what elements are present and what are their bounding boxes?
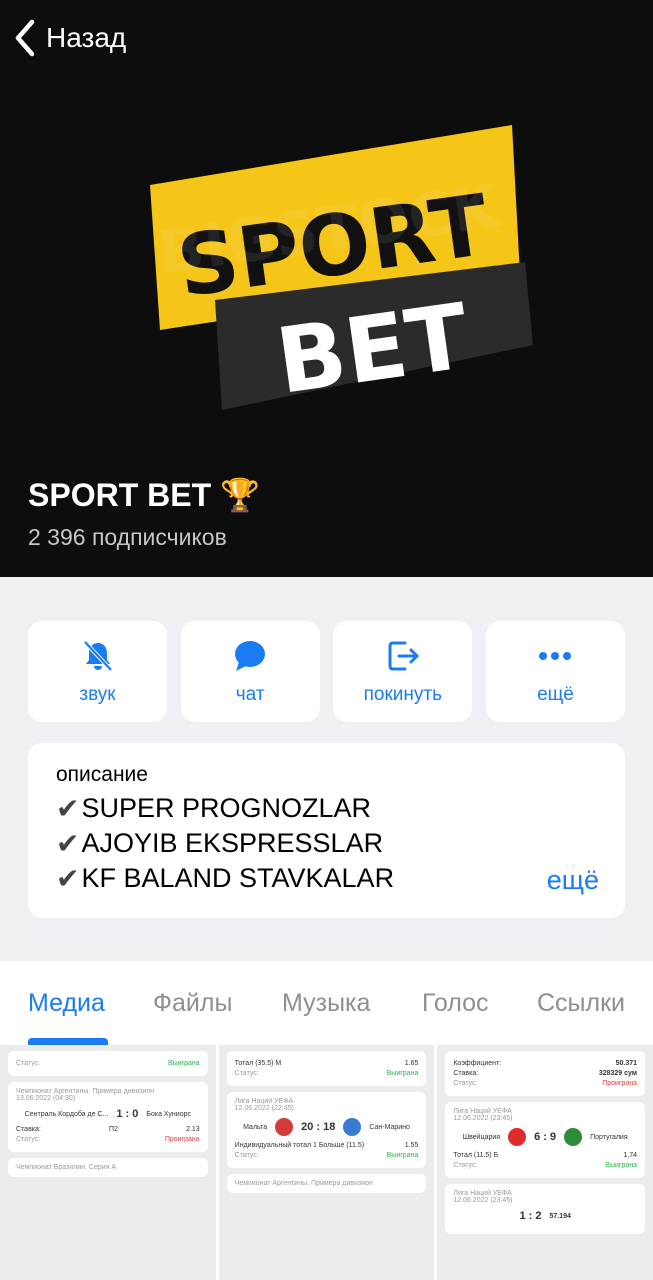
status-badge: Выиграна	[605, 1162, 638, 1169]
bet-card: Лига Наций УЕФА 12.06.2022 (23:45) 1 : 2…	[445, 1184, 646, 1234]
tab-media[interactable]: Медиа	[28, 989, 105, 1018]
media-thumbnail[interactable]: Коэффициент: 50.371 Ставка: 328329 сум Ста…	[437, 1045, 653, 1280]
more-label: ещё	[537, 683, 574, 705]
tab-files[interactable]: Файлы	[153, 989, 232, 1018]
match-score: Сентраль Кордоба де С... 1 : 0 Бока Хуни…	[24, 1108, 191, 1120]
mute-button[interactable]: звук	[28, 621, 167, 722]
status-badge: Выиграна	[386, 1070, 419, 1077]
description-line: ✔ KF BALAND STAVKALAR	[56, 862, 395, 895]
chat-bubble-icon	[235, 640, 266, 671]
description-label: описание	[56, 763, 148, 786]
status-badge: Выиграна	[386, 1152, 419, 1159]
checkmark-icon: ✔	[56, 827, 80, 860]
match-score: Швейцария 6 : 9 Португалия	[453, 1128, 637, 1146]
media-thumbnail[interactable]: Статус: Выиграна Чемпионат Аргентины. При…	[0, 1045, 216, 1280]
status-badge: Проиграна	[602, 1080, 638, 1087]
action-buttons: звук чат покинуть ещё	[28, 621, 625, 722]
back-label: Назад	[46, 22, 127, 53]
leave-button[interactable]: покинуть	[333, 621, 473, 722]
description-line: ✔ AJOYIB EKSPRESSLAR	[56, 827, 384, 860]
match-score: Мальта 20 : 18 Сан-Марино	[235, 1118, 419, 1136]
channel-header: SPORT BET BIGSTOCK Назад SPORT BET 🏆 2 3…	[0, 0, 653, 577]
mute-label: звук	[79, 683, 116, 705]
media-tabs: Медиа Файлы Музыка Голос Ссылки	[0, 961, 653, 1045]
chat-label: чат	[235, 683, 265, 705]
checkmark-icon: ✔	[56, 792, 80, 825]
tab-links[interactable]: Ссылки	[537, 989, 625, 1018]
bet-card: Коэффициент: 50.371 Ставка: 328329 сум Ста…	[445, 1051, 646, 1096]
description-line: ✔ SUPER PROGNOZLAR	[56, 792, 372, 825]
media-grid: Статус: Выиграна Чемпионат Аргентины. При…	[0, 1045, 653, 1280]
description-more-link[interactable]: ещё	[547, 865, 599, 896]
description-card: описание ✔ SUPER PROGNOZLAR ✔ AJOYIB EKS…	[28, 743, 625, 918]
bet-card: Тотал (35.5) М 1.65 Статус: Выиграна	[226, 1051, 427, 1086]
bet-card: Лига Наций УЕФА 12.06.2022 (22:45) Мальт…	[226, 1092, 427, 1168]
flag-icon	[564, 1128, 583, 1146]
flag-icon	[343, 1118, 362, 1136]
bet-card: Статус: Выиграна	[8, 1051, 208, 1076]
tab-voice[interactable]: Голос	[422, 989, 489, 1018]
leave-label: покинуть	[363, 683, 442, 705]
sport-bet-logo: SPORT BET BIGSTOCK	[150, 125, 533, 415]
status-badge: Проиграна	[164, 1136, 200, 1143]
leave-icon	[388, 641, 419, 670]
tab-music[interactable]: Музыка	[282, 989, 370, 1018]
flag-icon	[508, 1128, 527, 1146]
bet-card: Чемпионат Аргентины. Примера дивизион	[226, 1174, 427, 1193]
more-dots-icon	[539, 651, 572, 660]
status-badge: Выиграна	[167, 1060, 200, 1067]
bell-off-icon	[83, 640, 112, 671]
subscriber-count: 2 396 подписчиков	[28, 524, 227, 550]
match-score: 1 : 2 57.194	[519, 1210, 571, 1222]
chevron-left-icon	[15, 19, 35, 57]
back-button[interactable]: Назад	[12, 18, 126, 58]
chat-button[interactable]: чат	[180, 621, 320, 722]
flag-icon	[275, 1118, 294, 1136]
bet-card: Чемпионат Аргентины. Примера дивизион 13…	[8, 1082, 208, 1152]
active-tab-indicator	[28, 1038, 108, 1045]
channel-title: SPORT BET 🏆	[28, 477, 260, 513]
checkmark-icon: ✔	[56, 862, 80, 895]
bet-card: Чемпионат Бразилии. Серия А	[8, 1158, 208, 1177]
bet-card: Лига Наций УЕФА 12.06.2022 (23:45) Швейц…	[445, 1102, 646, 1178]
more-button[interactable]: ещё	[485, 621, 625, 722]
media-thumbnail[interactable]: Тотал (35.5) М 1.65 Статус: Выиграна Лига …	[218, 1045, 435, 1280]
